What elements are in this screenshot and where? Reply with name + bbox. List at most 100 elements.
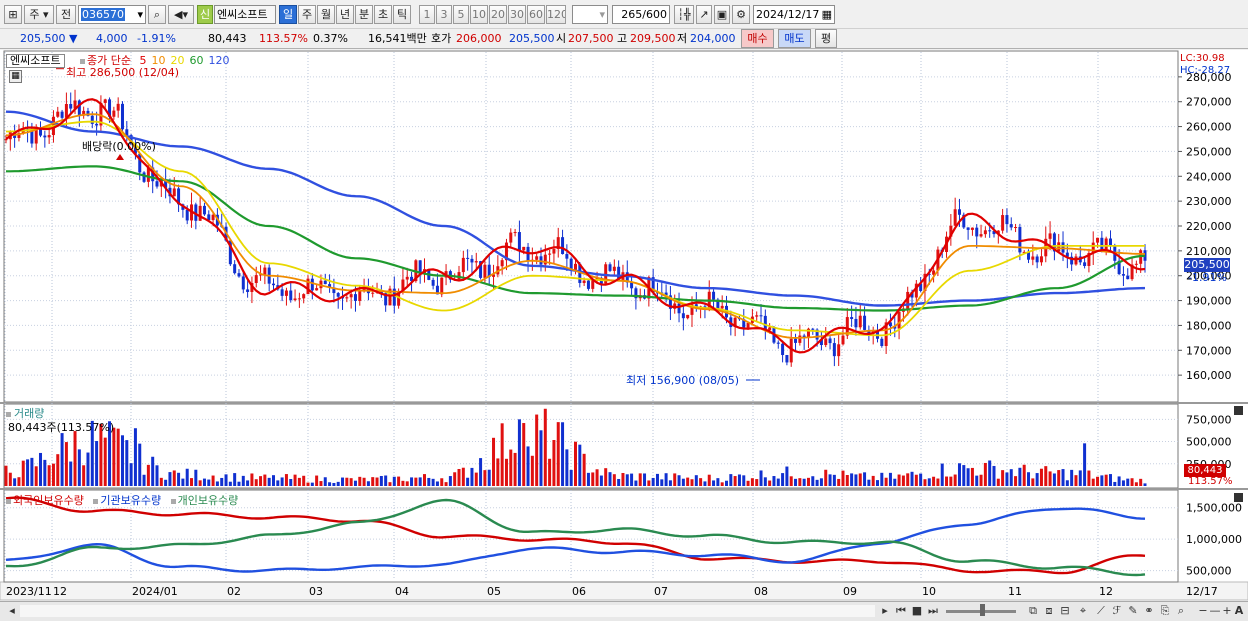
candle-body xyxy=(768,327,772,331)
candle-body xyxy=(233,264,237,274)
sell-button[interactable]: 매도 xyxy=(778,29,811,48)
quote-amount: 16,541백만 xyxy=(368,30,427,47)
date-input[interactable]: 2024/12/17 ▦ xyxy=(753,5,835,24)
price-panel-tag[interactable]: 엔씨소프트 xyxy=(6,54,65,68)
layout-icon-1[interactable]: ⧉ xyxy=(1026,604,1040,618)
candle-body xyxy=(1100,237,1104,250)
code-dropdown-icon[interactable]: ▾ xyxy=(137,6,143,23)
zoom-slider-handle[interactable] xyxy=(980,604,985,616)
period-tab-0[interactable]: 일 xyxy=(279,5,297,24)
period-tab-5[interactable]: 초 xyxy=(374,5,392,24)
candle-body xyxy=(293,298,297,301)
chart-area[interactable]: 2023/11 12 2024/01 02 03 04 05 06 07 08 09 10 11 12 12… xyxy=(0,50,1248,602)
down-arrow-icon: ▼ xyxy=(69,32,78,45)
interval-button-0[interactable]: 1 xyxy=(419,5,435,24)
candle-body xyxy=(1009,224,1013,228)
period-tab-3[interactable]: 년 xyxy=(336,5,354,24)
scroll-track[interactable] xyxy=(20,605,875,617)
holding-legend-institution: 기관보유수량 xyxy=(100,494,162,507)
period-tab-1[interactable]: 주 xyxy=(298,5,316,24)
text-tool-icon[interactable]: ✎ xyxy=(1126,604,1140,618)
draw-tool-button[interactable]: ↗ xyxy=(696,5,712,24)
fibo-icon[interactable]: ℱ xyxy=(1110,604,1124,618)
save-button[interactable]: ▣ xyxy=(714,5,730,24)
candle-body xyxy=(1001,215,1005,231)
line-tool-icon[interactable]: ⟋ xyxy=(1094,604,1108,618)
mode-select[interactable]: 주 ▾ xyxy=(24,5,54,24)
forward-icon[interactable]: ⏭ xyxy=(926,604,940,618)
volume-bar xyxy=(328,482,332,486)
layout-icon-2[interactable]: ⧈ xyxy=(1042,604,1056,618)
volume-bar xyxy=(500,423,504,486)
low-label: 저 xyxy=(677,32,688,45)
interval-dropdown-icon[interactable]: ▾ xyxy=(599,6,605,23)
scroll-left-icon[interactable]: ◂ xyxy=(5,604,19,618)
interval-button-6[interactable]: 60 xyxy=(527,5,545,24)
rewind-icon[interactable]: ⏮ xyxy=(894,604,908,618)
volume-bar xyxy=(742,475,746,486)
stop-icon[interactable]: ■ xyxy=(910,604,924,618)
ma-period-10: 10 xyxy=(151,54,166,67)
chart-layout-button[interactable]: ⊞ xyxy=(4,5,22,24)
buy-button[interactable]: 매수 xyxy=(741,29,774,48)
quote-change-pct: -1.91% xyxy=(137,32,176,45)
period-tab-2[interactable]: 월 xyxy=(317,5,335,24)
layout-icon-3[interactable]: ⊟ xyxy=(1058,604,1072,618)
volume-bar xyxy=(552,440,556,486)
interval-custom-input[interactable]: ▾ xyxy=(572,5,608,24)
settings-button[interactable]: ⚙ xyxy=(732,5,750,24)
copy-icon[interactable]: ⎘ xyxy=(1158,604,1172,618)
candle-body xyxy=(828,338,832,344)
prev-button[interactable]: 전 xyxy=(56,5,76,24)
volume-bar xyxy=(1117,476,1121,486)
holding-panel-close[interactable] xyxy=(1234,493,1243,502)
magnify-icon[interactable]: ⌕ xyxy=(1174,604,1188,618)
font-size-icon[interactable]: A xyxy=(1232,604,1246,618)
ask-price: 206,000 xyxy=(456,32,502,45)
volume-bar xyxy=(686,477,690,486)
candle-body xyxy=(172,188,176,197)
avg-button[interactable]: 평 xyxy=(815,29,837,48)
candle-body xyxy=(763,315,767,331)
volume-bar xyxy=(785,466,789,486)
ma-legend-periods: 5 10 20 60 120 xyxy=(134,54,229,67)
cursor-icon[interactable]: ⌖ xyxy=(1076,604,1090,618)
count-total: /600 xyxy=(642,8,667,21)
interval-button-2[interactable]: 5 xyxy=(453,5,469,24)
candle-body xyxy=(513,232,517,234)
price-tick-label-5: 230,000 xyxy=(1186,195,1232,208)
count-field[interactable]: 265/600 xyxy=(612,5,670,24)
volume-bar xyxy=(237,481,241,486)
period-tab-6[interactable]: 틱 xyxy=(393,5,411,24)
volume-bar xyxy=(224,474,228,486)
volume-panel-close[interactable] xyxy=(1234,406,1243,415)
sound-button[interactable]: ◀▾ xyxy=(168,5,194,24)
volume-bar xyxy=(824,469,828,486)
panel-menu-icon[interactable]: ▦ xyxy=(9,70,22,83)
interval-button-4[interactable]: 20 xyxy=(489,5,507,24)
volume-bar xyxy=(811,476,815,486)
calendar-icon[interactable]: ▦ xyxy=(822,6,832,23)
candle-type-button[interactable]: ┆╬ xyxy=(674,5,694,24)
volume-bar xyxy=(1001,470,1005,486)
link-icon[interactable]: ⚭ xyxy=(1142,604,1156,618)
volume-bar xyxy=(241,475,245,486)
x-axis-end-label: 12/17 xyxy=(1186,585,1218,598)
interval-button-5[interactable]: 30 xyxy=(508,5,526,24)
price-tick-label-6: 220,000 xyxy=(1186,220,1232,233)
candle-body xyxy=(500,260,504,267)
interval-button-7[interactable]: 120 xyxy=(546,5,566,24)
stock-code-input[interactable]: 036570 ▾ xyxy=(78,5,146,24)
volume-bar xyxy=(923,479,927,486)
interval-button-3[interactable]: 10 xyxy=(470,5,488,24)
candle-body xyxy=(561,237,565,255)
interval-button-1[interactable]: 3 xyxy=(436,5,452,24)
price-tick-label-9: 190,000 xyxy=(1186,295,1232,308)
scroll-right-icon[interactable]: ▸ xyxy=(878,604,892,618)
x-axis-label-11: 10 xyxy=(922,585,936,598)
volume-bar xyxy=(133,428,137,486)
period-tab-4[interactable]: 분 xyxy=(355,5,373,24)
search-button[interactable]: ⌕ xyxy=(148,5,166,24)
candle-body xyxy=(1018,227,1022,253)
candle-body xyxy=(785,355,789,363)
